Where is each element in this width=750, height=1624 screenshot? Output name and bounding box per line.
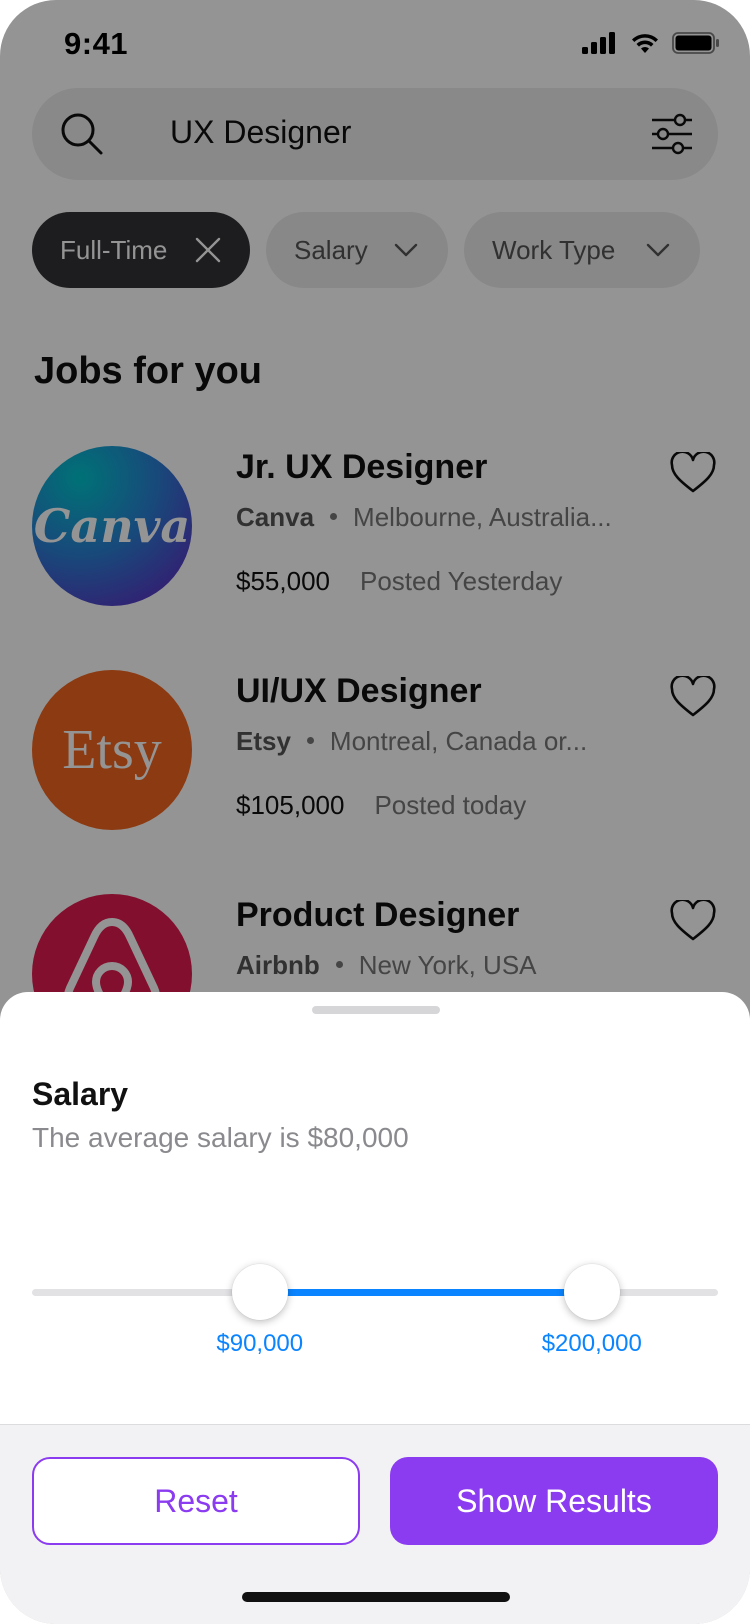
slider-max-handle[interactable] xyxy=(563,1264,620,1320)
sheet-title: Salary xyxy=(32,1076,129,1112)
home-indicator[interactable] xyxy=(242,1592,510,1602)
salary-range-slider[interactable] xyxy=(32,1262,718,1322)
min-salary-label: $90,000 xyxy=(216,1330,304,1357)
salary-bottom-sheet: Salary The average salary is $80,000 $90… xyxy=(0,992,750,1624)
phone-screen: 9:41 UX Designer Full-Time Salary Work T… xyxy=(0,0,750,1624)
sheet-grabber[interactable] xyxy=(312,1006,440,1014)
sheet-subtitle: The average salary is $80,000 xyxy=(32,1122,409,1153)
slider-min-handle[interactable] xyxy=(231,1264,288,1320)
show-results-button[interactable]: Show Results xyxy=(390,1457,718,1545)
sheet-footer: Reset Show Results xyxy=(0,1424,750,1624)
slider-range-fill xyxy=(259,1289,592,1296)
reset-button[interactable]: Reset xyxy=(32,1457,360,1545)
max-salary-label: $200,000 xyxy=(541,1330,642,1357)
